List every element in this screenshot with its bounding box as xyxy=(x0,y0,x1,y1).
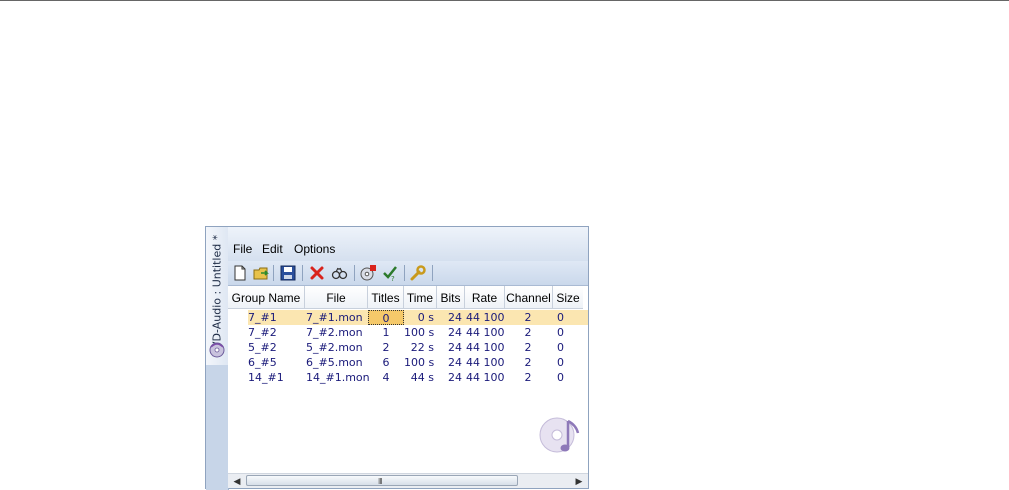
cell-rate: 44 100 xyxy=(466,356,505,369)
save-icon[interactable] xyxy=(279,264,297,282)
cell-group-name: 6_#5 xyxy=(248,356,277,369)
cell-channel: 2 xyxy=(524,356,532,369)
column-header-channel[interactable]: Channel xyxy=(505,286,553,309)
delete-icon[interactable] xyxy=(308,264,326,282)
cell-bits: 24 xyxy=(448,326,462,339)
cell-file: 7_#1.mon xyxy=(306,311,363,324)
open-folder-icon[interactable] xyxy=(252,264,270,282)
cell-time: 0 s xyxy=(417,311,434,324)
cell-rate: 44 100 xyxy=(466,341,505,354)
find-icon[interactable] xyxy=(330,264,348,282)
cell-file: 7_#2.mon xyxy=(306,326,363,339)
table-row[interactable]: 5_#2 5_#2.mon 2 22 s 24 44 100 2 0 xyxy=(228,340,588,355)
cell-time: 100 s xyxy=(404,356,435,369)
cell-rate: 44 100 xyxy=(466,311,505,324)
cell-channel: 2 xyxy=(524,341,532,354)
table-row[interactable]: 7_#1 7_#1.mon 0 0 s 24 44 100 2 0 xyxy=(248,310,588,325)
cell-bits: 24 xyxy=(448,341,462,354)
check-icon[interactable]: ? xyxy=(381,264,399,282)
table-row[interactable]: 14_#1 14_#1.mon 4 44 s 24 44 100 2 0 xyxy=(228,370,588,385)
cell-group-name: 7_#2 xyxy=(248,326,277,339)
toolbar: ? xyxy=(228,261,588,286)
column-header-rate[interactable]: Rate xyxy=(465,286,505,309)
cell-titles: 0 xyxy=(368,310,404,325)
cell-file: 14_#1.mon xyxy=(306,371,370,384)
cell-channel: 2 xyxy=(524,371,532,384)
cell-file: 5_#2.mon xyxy=(306,341,363,354)
cell-group-name: 14_#1 xyxy=(248,371,284,384)
dvd-audio-watermark-icon xyxy=(539,417,580,453)
table-row[interactable]: 7_#2 7_#2.mon 1 100 s 24 44 100 2 0 xyxy=(228,325,588,340)
cell-rate: 44 100 xyxy=(466,371,505,384)
cell-time: 44 s xyxy=(410,371,434,384)
cell-titles: 4 xyxy=(382,371,390,384)
cell-bits: 24 xyxy=(448,356,462,369)
menu-edit[interactable]: Edit xyxy=(262,242,283,256)
toolbar-separator xyxy=(302,265,303,281)
cell-file: 6_#5.mon xyxy=(306,356,363,369)
cell-group-name: 7_#1 xyxy=(248,311,277,324)
cell-bits: 24 xyxy=(448,311,462,324)
menu-options[interactable]: Options xyxy=(294,242,335,256)
document-side-tab[interactable]: DVD-Audio : Untitled * xyxy=(206,227,229,366)
side-tab-title: DVD-Audio : Untitled * xyxy=(210,234,224,358)
main-content: File Edit Options ? Group Name File Titl… xyxy=(228,227,588,488)
cell-channel: 2 xyxy=(524,326,532,339)
top-divider-line xyxy=(0,0,1009,1)
scrollbar-thumb[interactable]: III xyxy=(246,475,518,486)
scrollbar-grip: III xyxy=(378,477,383,486)
table-row[interactable]: 6_#5 6_#5.mon 6 100 s 24 44 100 2 0 xyxy=(228,355,588,370)
menu-file[interactable]: File xyxy=(233,242,252,256)
cell-size: 0 xyxy=(557,341,564,354)
column-header-titles[interactable]: Titles xyxy=(368,286,404,309)
cell-bits: 24 xyxy=(448,371,462,384)
toolbar-separator xyxy=(273,265,274,281)
cell-size: 0 xyxy=(557,371,564,384)
cell-time: 100 s xyxy=(404,326,435,339)
cell-size: 0 xyxy=(557,311,564,324)
cell-size: 0 xyxy=(557,356,564,369)
scroll-left-arrow-icon[interactable]: ◀ xyxy=(232,476,242,486)
column-header-bits[interactable]: Bits xyxy=(437,286,465,309)
cell-channel: 2 xyxy=(524,311,532,324)
column-header-time[interactable]: Time xyxy=(404,286,437,309)
scroll-right-arrow-icon[interactable]: ▶ xyxy=(574,476,584,486)
settings-wrench-icon[interactable] xyxy=(409,264,427,282)
groups-table: Group Name File Titles Time Bits Rate Ch… xyxy=(228,286,588,474)
side-panel-strip xyxy=(206,365,229,490)
column-header-group-name[interactable]: Group Name xyxy=(228,286,305,309)
cell-titles: 2 xyxy=(382,341,390,354)
dvd-audio-icon xyxy=(209,342,225,358)
dvd-audio-window: DVD-Audio : Untitled * File Edit Options xyxy=(205,226,589,490)
cell-size: 0 xyxy=(557,326,564,339)
column-header-file[interactable]: File xyxy=(305,286,368,309)
new-file-icon[interactable] xyxy=(231,264,249,282)
svg-text:?: ? xyxy=(391,275,395,282)
cell-time: 22 s xyxy=(410,341,434,354)
cell-rate: 44 100 xyxy=(466,326,505,339)
cell-titles: 1 xyxy=(382,326,390,339)
toolbar-separator xyxy=(354,265,355,281)
horizontal-scrollbar[interactable]: ◀ III ▶ xyxy=(228,473,588,488)
cell-titles: 6 xyxy=(382,356,390,369)
toolbar-separator xyxy=(404,265,405,281)
toolbar-separator xyxy=(432,265,433,281)
menu-bar: File Edit Options xyxy=(228,227,588,261)
cell-group-name: 5_#2 xyxy=(248,341,277,354)
add-disc-icon[interactable] xyxy=(359,264,377,282)
column-header-size[interactable]: Size xyxy=(553,286,583,309)
